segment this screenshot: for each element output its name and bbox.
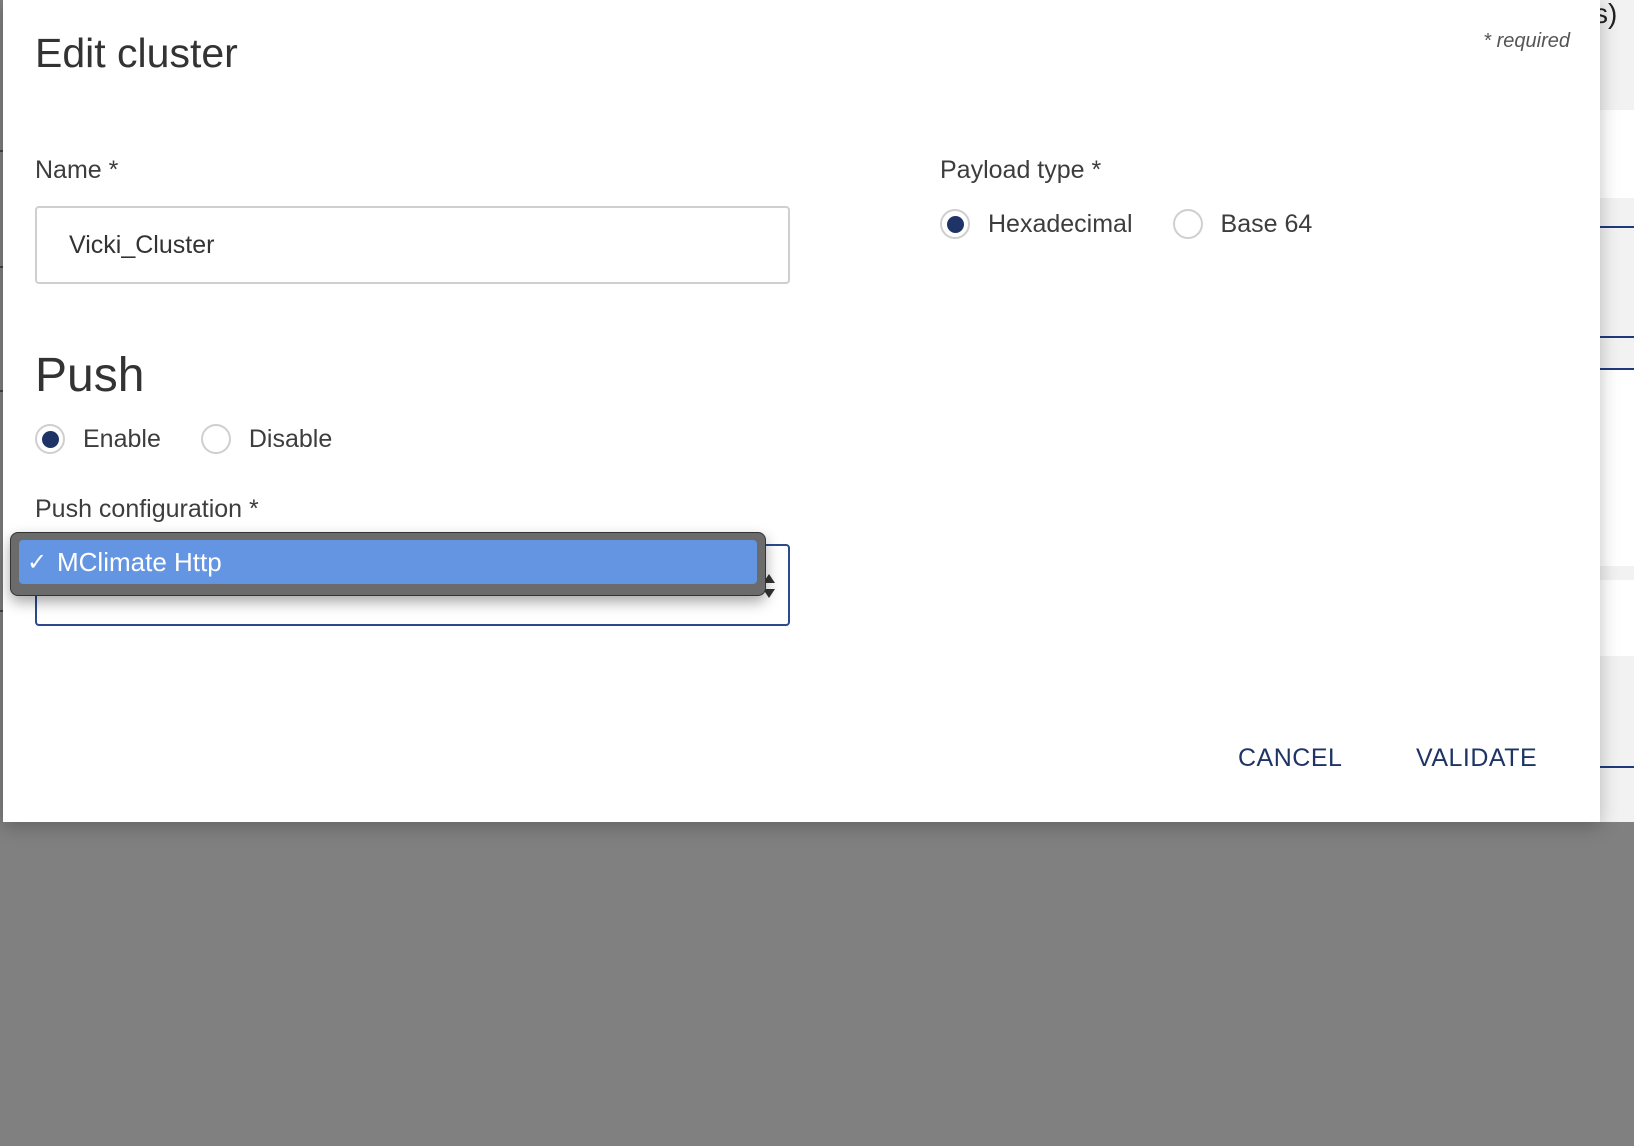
payload-type-radio-group: Hexadecimal Base 64	[940, 209, 1352, 239]
push-disable-option[interactable]: Disable	[200, 424, 333, 454]
validate-button[interactable]: VALIDATE	[1406, 738, 1547, 779]
radio-unchecked-icon[interactable]	[200, 424, 231, 454]
push-section-title: Push	[35, 349, 145, 402]
push-enable-label: Enable	[83, 424, 161, 453]
radio-dot-icon	[41, 430, 59, 448]
payload-type-hexadecimal-option[interactable]: Hexadecimal	[940, 209, 1133, 239]
dialog-title: Edit cluster	[35, 30, 238, 76]
payload-type-base64-option[interactable]: Base 64	[1172, 209, 1313, 239]
checkmark-icon: ✓	[27, 548, 48, 576]
cancel-button[interactable]: CANCEL	[1228, 738, 1352, 779]
push-enable-option[interactable]: Enable	[35, 424, 161, 454]
radio-dot-icon	[946, 215, 964, 233]
push-configuration-dropdown: ✓ MClimate Http	[10, 532, 766, 596]
payload-type-base64-label: Base 64	[1220, 209, 1313, 238]
radio-checked-icon[interactable]	[940, 209, 970, 239]
payload-type-hexadecimal-label: Hexadecimal	[988, 209, 1133, 238]
radio-checked-icon[interactable]	[35, 424, 65, 454]
push-disable-label: Disable	[248, 424, 333, 453]
push-radio-group: Enable Disable	[35, 424, 372, 454]
edit-cluster-dialog: Edit cluster * required Name * Payload t…	[3, 0, 1600, 822]
push-configuration-label: Push configuration *	[35, 495, 259, 523]
required-note: * required	[1483, 30, 1570, 52]
name-label: Name *	[35, 156, 119, 184]
payload-type-label: Payload type *	[940, 156, 1102, 184]
name-input[interactable]	[35, 206, 790, 284]
dropdown-option-mclimate-http[interactable]: ✓ MClimate Http	[19, 540, 757, 584]
dropdown-option-label: MClimate Http	[57, 546, 222, 577]
radio-unchecked-icon[interactable]	[1172, 209, 1203, 239]
